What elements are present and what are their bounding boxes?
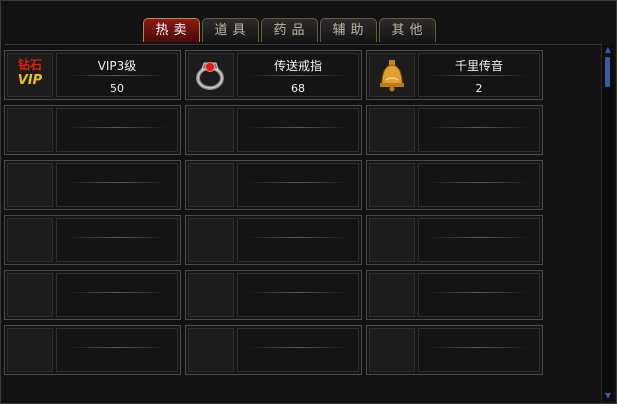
item-cell-bell[interactable]: 千里传音 2 [366,50,543,100]
empty-cell[interactable] [185,325,362,375]
scroll-thumb[interactable] [605,57,610,87]
vertical-scrollbar[interactable]: ▲ ▼ [601,45,614,401]
empty-cell[interactable] [366,325,543,375]
tab-hot[interactable]: 热卖 [143,18,200,42]
divider [429,75,529,76]
item-info: 传送戒指 68 [237,53,359,97]
shop-panel: 热卖 道具 药品 辅助 其他 钻石 VIP VIP3级 50 传送戒指 68 千… [0,0,617,404]
empty-cell[interactable] [4,215,181,265]
item-name: 千里传音 [454,59,503,73]
item-name: VIP3级 [97,59,137,73]
tab-other[interactable]: 其他 [379,18,436,42]
scroll-down-arrow-icon[interactable]: ▼ [602,391,614,401]
tab-items[interactable]: 道具 [202,18,259,42]
empty-cell[interactable] [185,270,362,320]
item-icon-slot[interactable] [188,53,234,97]
empty-cell[interactable] [4,325,181,375]
divider [67,75,167,76]
empty-cell[interactable] [366,160,543,210]
item-info: 千里传音 2 [418,53,540,97]
teleport-ring-icon [196,62,224,90]
tab-bar: 热卖 道具 药品 辅助 其他 [143,18,436,44]
item-name: 传送戒指 [273,59,322,73]
item-count: 68 [291,82,305,95]
item-icon-slot[interactable] [369,53,415,97]
empty-cell[interactable] [366,270,543,320]
empty-cell[interactable] [366,105,543,155]
tab-auxiliary[interactable]: 辅助 [320,18,377,42]
divider [248,75,348,76]
diamond-vip-icon: 钻石 VIP [17,58,43,88]
item-cell-vip[interactable]: 钻石 VIP VIP3级 50 [4,50,181,100]
empty-cell[interactable] [4,270,181,320]
empty-cell[interactable] [185,105,362,155]
tab-medicine[interactable]: 药品 [261,18,318,42]
golden-bell-icon [380,60,404,92]
item-count: 50 [110,82,124,95]
empty-cell[interactable] [4,105,181,155]
item-icon-slot[interactable]: 钻石 VIP [7,53,53,97]
scroll-up-arrow-icon[interactable]: ▲ [602,45,614,55]
empty-cell[interactable] [185,215,362,265]
tab-divider [5,44,602,45]
empty-cell[interactable] [366,215,543,265]
empty-cell[interactable] [4,160,181,210]
item-count: 2 [475,82,483,95]
item-info: VIP3级 50 [56,53,178,97]
empty-cell[interactable] [185,160,362,210]
item-cell-ring[interactable]: 传送戒指 68 [185,50,362,100]
